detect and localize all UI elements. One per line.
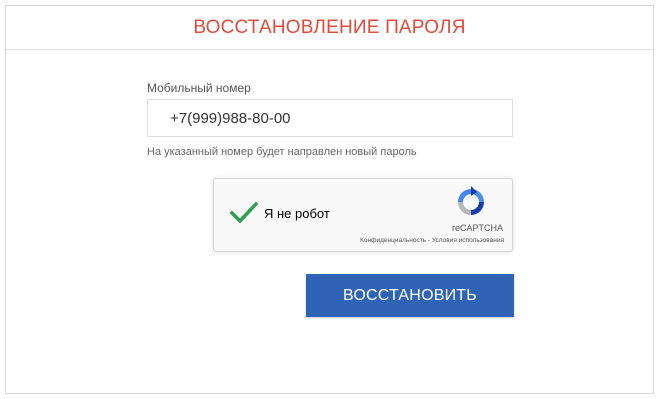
page-title: ВОССТАНОВЛЕНИЕ ПАРОЛЯ bbox=[193, 16, 466, 38]
phone-field-label: Мобильный номер bbox=[147, 81, 251, 95]
recaptcha-widget: Я не робот reCAPTCHA Конфиденциальность … bbox=[213, 178, 513, 252]
recaptcha-links: Конфиденциальность - Условия использован… bbox=[360, 237, 504, 244]
phone-input[interactable] bbox=[147, 99, 513, 137]
restore-button[interactable]: ВОССТАНОВИТЬ bbox=[306, 274, 514, 317]
terms-link[interactable]: Условия использования bbox=[432, 237, 504, 244]
phone-hint: На указанный номер будет направлен новый… bbox=[147, 146, 417, 158]
captcha-checkmark-icon[interactable] bbox=[229, 201, 259, 225]
captcha-label[interactable]: Я не робот bbox=[264, 206, 330, 221]
recaptcha-brand: reCAPTCHA bbox=[451, 223, 503, 233]
password-recovery-panel: ВОССТАНОВЛЕНИЕ ПАРОЛЯ Мобильный номер На… bbox=[5, 5, 654, 394]
recaptcha-logo-icon bbox=[455, 186, 487, 218]
panel-header: ВОССТАНОВЛЕНИЕ ПАРОЛЯ bbox=[6, 6, 653, 50]
privacy-link[interactable]: Конфиденциальность bbox=[360, 237, 426, 244]
